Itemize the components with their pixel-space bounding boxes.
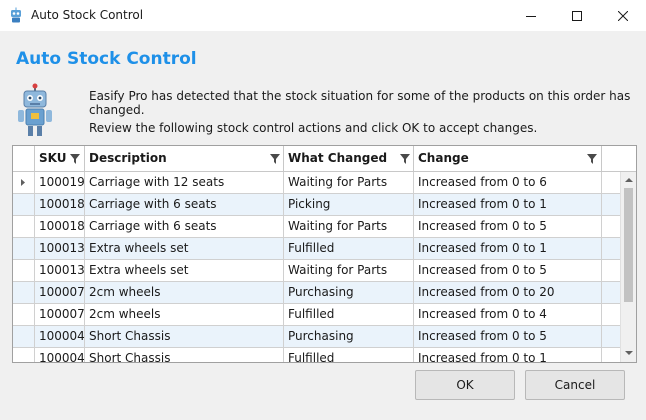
- maximize-icon: [572, 10, 582, 21]
- column-header-label: Change: [418, 151, 469, 165]
- table-row[interactable]: 100004 Short Chassis Purchasing Increased f…: [13, 326, 620, 348]
- cell-change[interactable]: Increased from 0 to 1: [414, 238, 602, 259]
- message-line-2: Review the following stock control actio…: [89, 121, 538, 135]
- dialog-heading: Auto Stock Control: [16, 49, 197, 69]
- cell-what-changed[interactable]: Waiting for Parts: [284, 260, 414, 281]
- cell-what-changed[interactable]: Fulfilled: [284, 238, 414, 259]
- message-line-1: Easify Pro has detected that the stock s…: [89, 89, 631, 117]
- minimize-button[interactable]: [508, 0, 554, 31]
- cell-sku[interactable]: 100019: [35, 172, 85, 193]
- cell-description[interactable]: Extra wheels set: [85, 260, 284, 281]
- cell-what-changed[interactable]: Picking: [284, 194, 414, 215]
- close-button[interactable]: [600, 0, 646, 31]
- table-row[interactable]: 100018 Carriage with 6 seats Waiting for P…: [13, 216, 620, 238]
- table-row[interactable]: 100007 2cm wheels Fulfilled Increased from …: [13, 304, 620, 326]
- cell-change[interactable]: Increased from 0 to 5: [414, 326, 602, 347]
- filter-icon[interactable]: [400, 154, 410, 164]
- current-row-indicator-icon: [21, 179, 25, 186]
- stock-actions-grid[interactable]: SKU Description What Changed Change 1000…: [12, 145, 637, 363]
- column-header-what-changed[interactable]: What Changed: [284, 146, 414, 171]
- cell-what-changed[interactable]: Waiting for Parts: [284, 172, 414, 193]
- column-header-sku[interactable]: SKU: [35, 146, 85, 171]
- cell-sku[interactable]: 100007: [35, 282, 85, 303]
- filter-icon[interactable]: [587, 154, 597, 164]
- column-header-change[interactable]: Change: [414, 146, 602, 171]
- row-header[interactable]: [13, 304, 35, 325]
- column-header-label: SKU: [39, 151, 67, 165]
- cell-what-changed[interactable]: Fulfilled: [284, 304, 414, 325]
- cell-sku[interactable]: 100007: [35, 304, 85, 325]
- maximize-button[interactable]: [554, 0, 600, 31]
- cell-change[interactable]: Increased from 0 to 20: [414, 282, 602, 303]
- row-header[interactable]: [13, 282, 35, 303]
- cell-sku[interactable]: 100004: [35, 348, 85, 362]
- scrollbar-thumb[interactable]: [624, 188, 633, 302]
- cell-sku[interactable]: 100018: [35, 194, 85, 215]
- window-title: Auto Stock Control: [31, 8, 144, 22]
- cell-description[interactable]: Carriage with 6 seats: [85, 194, 284, 215]
- table-row[interactable]: 100018 Carriage with 6 seats Picking Increa…: [13, 194, 620, 216]
- cell-change[interactable]: Increased from 0 to 4: [414, 304, 602, 325]
- row-header[interactable]: [13, 172, 35, 193]
- scroll-down-arrow-icon[interactable]: [623, 347, 635, 359]
- vertical-scrollbar[interactable]: [620, 172, 636, 362]
- scroll-up-arrow-icon[interactable]: [623, 174, 635, 186]
- cell-sku[interactable]: 100018: [35, 216, 85, 237]
- row-header[interactable]: [13, 260, 35, 281]
- table-row[interactable]: 100004 Short Chassis Fulfilled Increased fr…: [13, 348, 620, 362]
- cell-change[interactable]: Increased from 0 to 1: [414, 194, 602, 215]
- table-row[interactable]: 100019 Carriage with 12 seats Waiting for …: [13, 172, 620, 194]
- cell-change[interactable]: Increased from 0 to 5: [414, 216, 602, 237]
- table-row[interactable]: 100007 2cm wheels Purchasing Increased from…: [13, 282, 620, 304]
- cell-sku[interactable]: 100013: [35, 260, 85, 281]
- cell-change[interactable]: Increased from 0 to 5: [414, 260, 602, 281]
- cell-sku[interactable]: 100013: [35, 238, 85, 259]
- filter-icon[interactable]: [270, 154, 280, 164]
- cell-what-changed[interactable]: Purchasing: [284, 282, 414, 303]
- cell-change[interactable]: Increased from 0 to 1: [414, 348, 602, 362]
- cancel-button[interactable]: Cancel: [525, 370, 625, 400]
- cell-description[interactable]: Extra wheels set: [85, 238, 284, 259]
- robot-icon: [11, 7, 21, 23]
- dialog-body: Auto Stock Control Easify Pro has detect…: [0, 31, 646, 420]
- row-header[interactable]: [13, 216, 35, 237]
- column-header-label: What Changed: [288, 151, 388, 165]
- ok-button[interactable]: OK: [415, 370, 515, 400]
- cell-what-changed[interactable]: Purchasing: [284, 326, 414, 347]
- grid-header: SKU Description What Changed Change: [13, 146, 636, 172]
- row-header[interactable]: [13, 238, 35, 259]
- cell-sku[interactable]: 100004: [35, 326, 85, 347]
- table-row[interactable]: 100013 Extra wheels set Waiting for Parts I…: [13, 260, 620, 282]
- cell-description[interactable]: 2cm wheels: [85, 282, 284, 303]
- title-bar: Auto Stock Control: [0, 0, 646, 31]
- cell-description[interactable]: Carriage with 12 seats: [85, 172, 284, 193]
- minimize-icon: [526, 15, 536, 17]
- cell-description[interactable]: Short Chassis: [85, 348, 284, 362]
- row-header[interactable]: [13, 326, 35, 347]
- robot-icon: [18, 83, 52, 136]
- cell-what-changed[interactable]: Fulfilled: [284, 348, 414, 362]
- cell-description[interactable]: Short Chassis: [85, 326, 284, 347]
- cell-description[interactable]: 2cm wheels: [85, 304, 284, 325]
- cell-change[interactable]: Increased from 0 to 6: [414, 172, 602, 193]
- table-row[interactable]: 100013 Extra wheels set Fulfilled Increased…: [13, 238, 620, 260]
- row-header-corner: [13, 146, 35, 171]
- row-header[interactable]: [13, 194, 35, 215]
- column-header-description[interactable]: Description: [85, 146, 284, 171]
- row-header[interactable]: [13, 348, 35, 362]
- cell-what-changed[interactable]: Waiting for Parts: [284, 216, 414, 237]
- column-header-label: Description: [89, 151, 167, 165]
- close-icon: [618, 10, 628, 21]
- cell-description[interactable]: Carriage with 6 seats: [85, 216, 284, 237]
- filter-icon[interactable]: [70, 154, 80, 164]
